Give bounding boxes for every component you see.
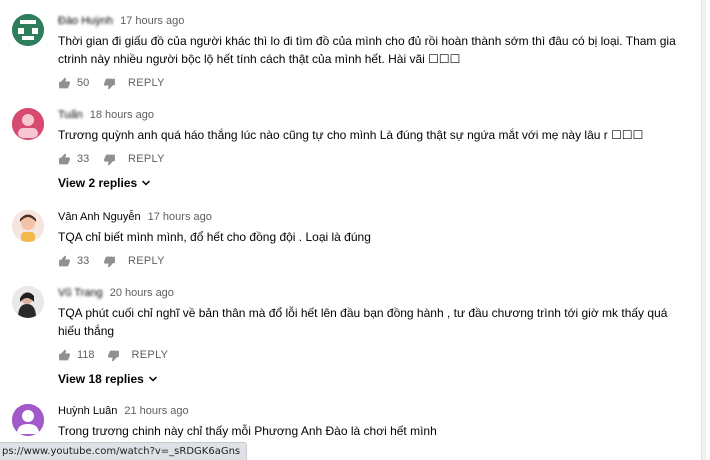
comment-timestamp[interactable]: 21 hours ago xyxy=(124,405,188,417)
thumb-up-icon xyxy=(59,77,70,88)
comment-author[interactable]: Đào Huỳnh xyxy=(58,14,113,28)
dislike-button[interactable] xyxy=(103,77,116,90)
dislike-button[interactable] xyxy=(107,349,120,362)
view-replies-button[interactable]: View 18 replies xyxy=(58,372,158,386)
dislike-button[interactable] xyxy=(103,255,116,268)
chevron-down-icon xyxy=(142,180,151,186)
thumb-down-icon xyxy=(104,256,115,267)
avatar[interactable] xyxy=(12,14,44,46)
comment-author[interactable]: Tuấn xyxy=(58,108,83,122)
comment-author[interactable]: Vân Anh Nguyễn xyxy=(58,210,141,224)
comment-author[interactable]: Huỳnh Luân xyxy=(58,404,117,418)
chevron-down-icon xyxy=(148,376,157,382)
view-replies-label: View 18 replies xyxy=(58,372,144,386)
reply-button[interactable]: REPLY xyxy=(128,77,165,89)
avatar-pattern-icon xyxy=(12,108,44,140)
thumb-up-icon xyxy=(59,349,70,360)
like-button[interactable] xyxy=(58,255,71,268)
comment-text: TQA chỉ biết mình mình, đổ hết cho đồng … xyxy=(58,230,371,244)
avatar-photo-icon xyxy=(12,210,44,242)
view-replies-label: View 2 replies xyxy=(58,176,138,190)
avatar[interactable] xyxy=(12,404,44,436)
comment-text: Thời gian đi giấu đồ của người khác thì … xyxy=(58,34,676,66)
like-button[interactable] xyxy=(58,153,71,166)
reply-button[interactable]: REPLY xyxy=(128,153,165,165)
avatar[interactable] xyxy=(12,210,44,242)
avatar-photo-icon xyxy=(12,286,44,318)
thumb-down-icon xyxy=(104,154,115,165)
like-count: 50 xyxy=(77,77,90,89)
like-count: 118 xyxy=(77,349,95,361)
comment-text: Trong trương chinh này chỉ thấy mỗi Phươ… xyxy=(58,424,437,438)
like-count: 33 xyxy=(77,255,90,267)
reply-button[interactable]: REPLY xyxy=(132,349,169,361)
thumb-down-icon xyxy=(107,350,119,361)
reply-button[interactable]: REPLY xyxy=(128,255,165,267)
comment-timestamp[interactable]: 20 hours ago xyxy=(110,287,174,299)
like-button[interactable] xyxy=(58,349,71,362)
comment-timestamp[interactable]: 18 hours ago xyxy=(90,109,154,121)
default-user-icon xyxy=(12,404,44,436)
avatar[interactable] xyxy=(12,286,44,318)
comments-panel: Đào Huỳnh 17 hours ago Thời gian đi giấu… xyxy=(0,0,706,460)
comment-author[interactable]: Vũ Trang xyxy=(58,286,103,300)
comment-text: TQA phút cuối chỉ nghĩ về bản thân mà đổ… xyxy=(58,306,668,338)
avatar[interactable] xyxy=(12,108,44,140)
link-status-bar: ps://www.youtube.com/watch?v=_sRDGK6aGns xyxy=(0,442,248,460)
like-count: 33 xyxy=(77,153,90,165)
thumb-down-icon xyxy=(104,78,115,89)
dislike-button[interactable] xyxy=(103,153,116,166)
comment-timestamp[interactable]: 17 hours ago xyxy=(148,211,212,223)
thumb-up-icon xyxy=(59,153,70,164)
comment-timestamp[interactable]: 17 hours ago xyxy=(120,15,184,27)
comment-text: Trương quỳnh anh quá háo thắng lúc nào c… xyxy=(58,128,644,142)
thumb-up-icon xyxy=(59,255,70,266)
avatar-pattern-icon xyxy=(12,14,44,46)
like-button[interactable] xyxy=(58,77,71,90)
view-replies-button[interactable]: View 2 replies xyxy=(58,176,151,190)
scrollbar-track[interactable] xyxy=(701,0,706,460)
